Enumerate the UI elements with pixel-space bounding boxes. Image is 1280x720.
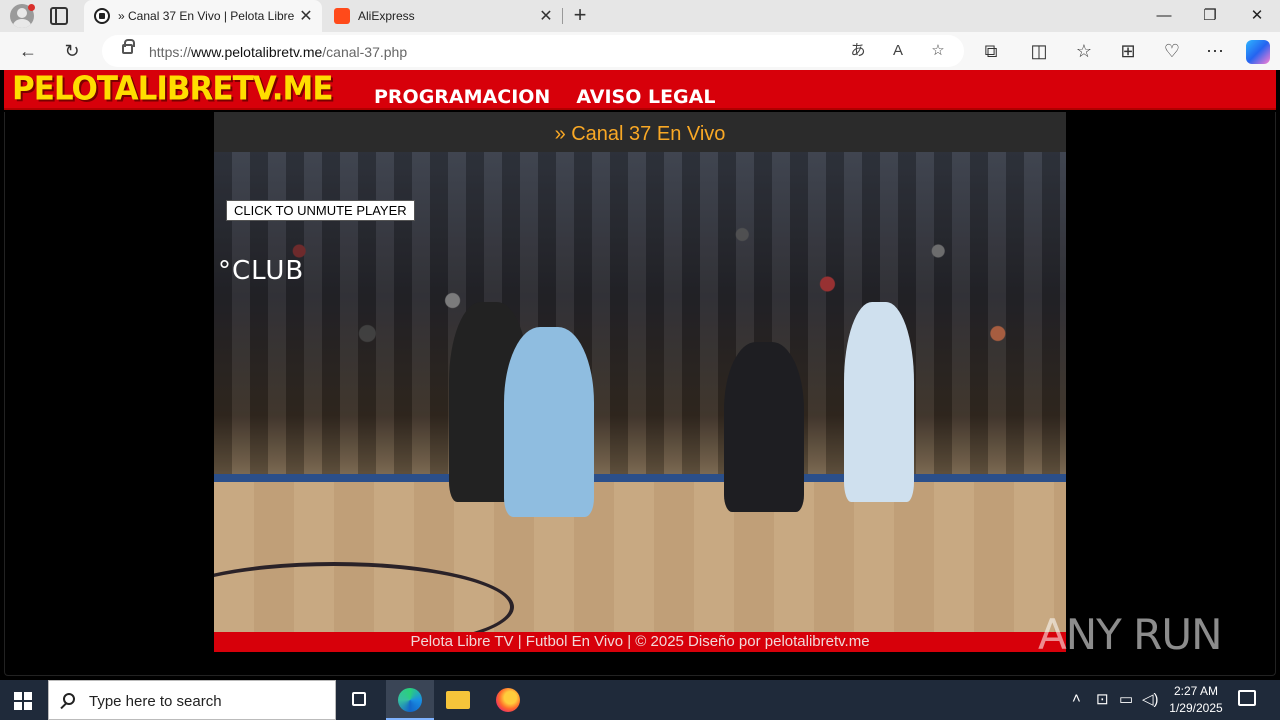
search-icon	[63, 693, 75, 705]
tab-title: AliExpress	[358, 9, 415, 23]
taskbar-firefox[interactable]	[484, 680, 532, 720]
copilot-icon[interactable]	[1246, 40, 1270, 64]
search-placeholder: Type here to search	[89, 693, 222, 710]
firefox-icon	[496, 688, 520, 712]
site-header: PELOTALIBRETV.ME PROGRAMACION AVISO LEGA…	[4, 70, 1276, 110]
video-frame-athlete	[844, 302, 914, 502]
close-window-button[interactable]: ✕	[1234, 0, 1280, 32]
tab-title: » Canal 37 En Vivo | Pelota Libre TV	[118, 9, 296, 23]
system-clock[interactable]: 2:27 AM 1/29/2025	[1166, 683, 1226, 717]
web-page: PELOTALIBRETV.ME PROGRAMACION AVISO LEGA…	[0, 70, 1280, 680]
taskbar: Type here to search ˄ ⊡ ▭ ◁) 2:27 AM 1/2…	[0, 680, 1280, 720]
notification-center-icon[interactable]	[1238, 690, 1256, 706]
favorites-icon[interactable]: ☆	[1073, 40, 1095, 62]
chevron-up-icon[interactable]: ˄	[1072, 690, 1081, 707]
video-frame-athlete	[724, 342, 804, 512]
taskbar-file-explorer[interactable]	[434, 680, 482, 720]
split-screen-icon[interactable]: ◫	[1028, 40, 1050, 62]
channel-title: » Canal 37 En Vivo	[214, 112, 1066, 152]
add-favorite-star-icon[interactable]: ☆	[928, 41, 948, 61]
back-arrow-icon[interactable]: ←	[17, 40, 39, 62]
soccer-ball-icon	[94, 8, 110, 24]
anyrun-watermark: ANY RUN	[1038, 610, 1222, 659]
nav-aviso-legal[interactable]: AVISO LEGAL	[576, 86, 715, 108]
tab-canal-37[interactable]: » Canal 37 En Vivo | Pelota Libre TV ✕	[84, 0, 322, 32]
browser-essentials-icon[interactable]: ♡	[1161, 40, 1183, 62]
video-player[interactable]: °CLUB CLICK TO UNMUTE PLAYER	[214, 152, 1066, 632]
new-tab-button[interactable]: +	[569, 4, 591, 26]
clock-date: 1/29/2025	[1169, 701, 1223, 715]
site-nav: PROGRAMACION AVISO LEGAL	[374, 86, 715, 108]
edge-icon	[398, 688, 422, 712]
network-icon[interactable]: ▭	[1119, 690, 1133, 708]
taskbar-edge[interactable]	[386, 680, 434, 720]
task-view-icon	[352, 692, 366, 706]
close-tab-icon[interactable]: ✕	[296, 6, 316, 26]
minimize-button[interactable]: —	[1141, 0, 1187, 32]
restore-button[interactable]: ❐	[1187, 0, 1233, 32]
task-view-button[interactable]	[336, 680, 384, 720]
player-container: » Canal 37 En Vivo °CLUB CLICK TO UNMUTE…	[214, 112, 1066, 652]
lock-icon[interactable]	[122, 39, 135, 54]
tab-actions-icon[interactable]	[50, 7, 68, 25]
site-footer: Pelota Libre TV | Futbol En Vivo | © 202…	[214, 632, 1066, 652]
aliexpress-icon	[334, 8, 350, 24]
tab-aliexpress[interactable]: AliExpress ✕	[324, 0, 562, 32]
unmute-player-button[interactable]: CLICK TO UNMUTE PLAYER	[226, 200, 415, 221]
clock-time: 2:27 AM	[1173, 684, 1219, 698]
device-icon[interactable]: ⊡	[1096, 690, 1109, 708]
translate-icon[interactable]: あ	[848, 41, 868, 61]
extensions-icon[interactable]: ⧉	[980, 40, 1002, 62]
windows-start-icon[interactable]	[14, 692, 32, 710]
tab-separator	[562, 8, 563, 24]
arena-signage: °CLUB	[218, 256, 305, 286]
address-bar[interactable]: https://www.pelotalibretv.me/canal-37.ph…	[102, 35, 964, 67]
video-frame-athlete	[504, 327, 594, 517]
taskbar-search-input[interactable]: Type here to search	[48, 680, 336, 720]
collections-icon[interactable]: ⊞	[1117, 40, 1139, 62]
nav-programacion[interactable]: PROGRAMACION	[374, 86, 550, 108]
close-tab-icon[interactable]: ✕	[536, 6, 556, 26]
notification-dot	[28, 4, 35, 11]
folder-icon	[446, 691, 470, 709]
volume-icon[interactable]: ◁)	[1142, 690, 1159, 708]
url-text[interactable]: https://www.pelotalibretv.me/canal-37.ph…	[149, 44, 407, 60]
tab-strip: » Canal 37 En Vivo | Pelota Libre TV ✕ A…	[0, 0, 1280, 32]
read-aloud-icon[interactable]: A	[888, 41, 908, 61]
more-menu-icon[interactable]: ⋯	[1204, 40, 1226, 62]
refresh-icon[interactable]: ↻	[61, 40, 83, 62]
site-logo[interactable]: PELOTALIBRETV.ME	[12, 69, 334, 109]
